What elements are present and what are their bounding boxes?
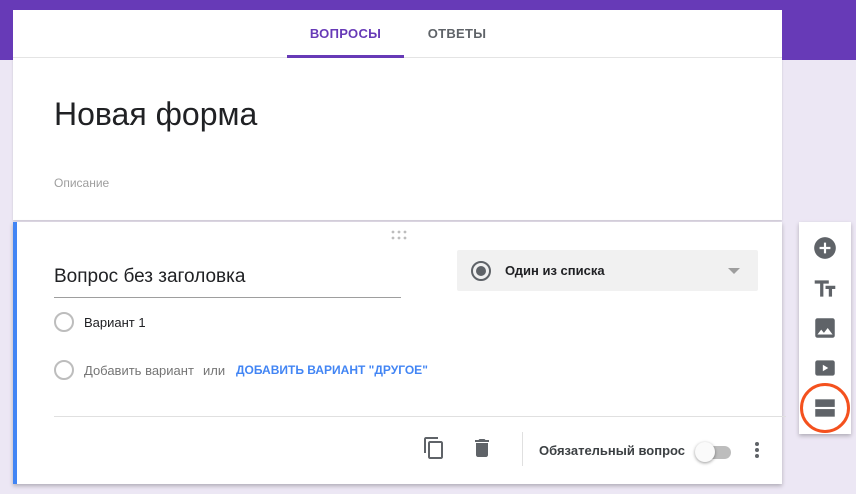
drag-handle-icon[interactable] (391, 230, 407, 240)
form-container: ВОПРОСЫ ОТВЕТЫ Новая форма Описание Вопр… (13, 10, 786, 484)
highlight-circle (800, 383, 850, 433)
option-label[interactable]: Вариант 1 (84, 315, 146, 330)
option-row[interactable]: Вариант 1 (54, 312, 254, 334)
form-header-card: Новая форма Описание (13, 58, 782, 220)
question-type-label: Один из списка (505, 263, 605, 278)
toggle-knob (695, 442, 715, 462)
question-card[interactable]: Вопрос без заголовка Один из списка Вари… (13, 222, 786, 484)
footer-divider (54, 416, 786, 417)
option-radio-icon (54, 360, 74, 380)
add-video-icon[interactable] (812, 355, 838, 381)
delete-icon[interactable] (470, 436, 494, 460)
tabs-bar: ВОПРОСЫ ОТВЕТЫ (13, 10, 782, 58)
more-options-icon[interactable] (747, 438, 767, 462)
duplicate-icon[interactable] (422, 436, 446, 460)
form-description-field[interactable]: Описание (54, 176, 109, 190)
form-title[interactable]: Новая форма (54, 96, 257, 133)
tab-answers[interactable]: ОТВЕТЫ (415, 10, 499, 58)
option-radio-icon (54, 312, 74, 332)
tab-questions[interactable]: ВОПРОСЫ (287, 10, 404, 58)
question-title-input[interactable]: Вопрос без заголовка (54, 264, 401, 298)
add-title-icon[interactable] (812, 276, 838, 302)
question-type-dropdown[interactable]: Один из списка (457, 250, 758, 291)
required-label: Обязательный вопрос (539, 443, 686, 458)
add-option-row: Добавить вариант или ДОБАВИТЬ ВАРИАНТ "Д… (54, 360, 474, 382)
add-image-icon[interactable] (812, 315, 838, 341)
add-option-input[interactable]: Добавить вариант (84, 363, 194, 378)
or-label: или (203, 363, 226, 378)
radio-type-icon (471, 261, 491, 281)
add-other-option-link[interactable]: ДОБАВИТЬ ВАРИАНТ "ДРУГОЕ" (236, 363, 428, 377)
required-toggle[interactable] (695, 441, 733, 463)
footer-separator (522, 432, 523, 466)
dropdown-arrow-icon (728, 268, 740, 274)
add-question-icon[interactable] (812, 235, 838, 261)
